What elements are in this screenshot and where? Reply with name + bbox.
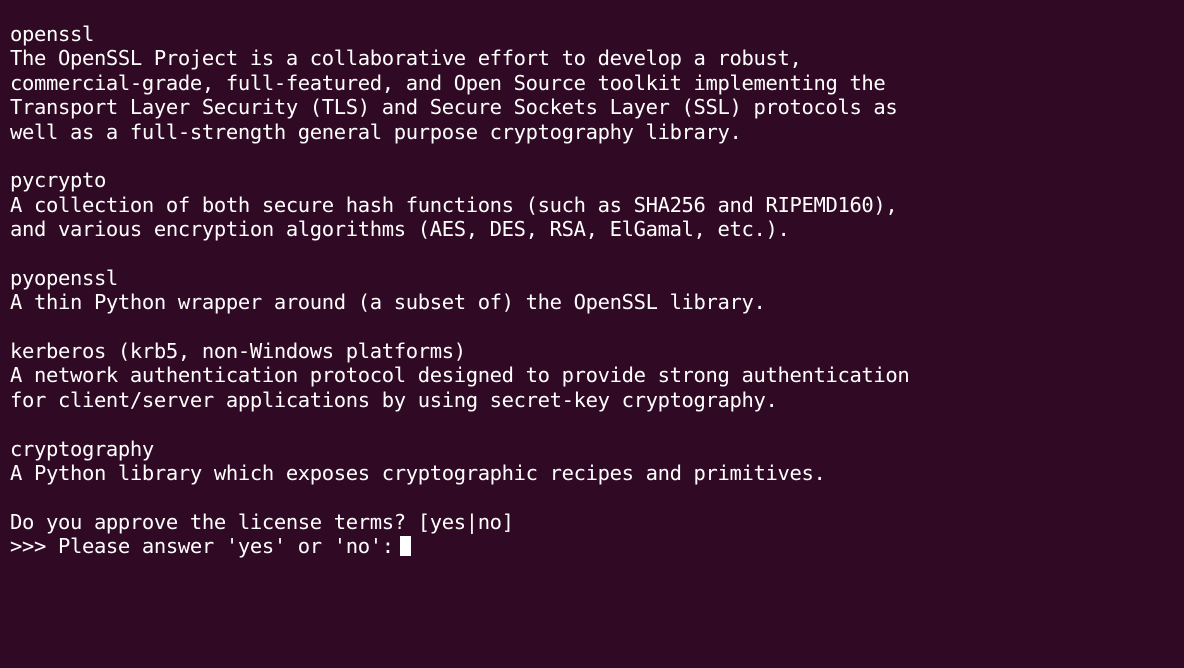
terminal-line: well as a full-strength general purpose … bbox=[10, 119, 742, 144]
terminal-line: A collection of both secure hash functio… bbox=[10, 192, 898, 217]
terminal-line: kerberos (krb5, non-Windows platforms) bbox=[10, 339, 466, 364]
terminal-line: commercial-grade, full-featured, and Ope… bbox=[10, 70, 886, 95]
license-question: Do you approve the license terms? [yes|n… bbox=[10, 509, 514, 534]
prompt-text: >>> Please answer 'yes' or 'no': bbox=[10, 534, 394, 559]
terminal-line: A Python library which exposes cryptogra… bbox=[10, 461, 826, 486]
text-cursor[interactable] bbox=[399, 536, 411, 557]
terminal-line: A network authentication protocol design… bbox=[10, 363, 910, 388]
terminal-line: The OpenSSL Project is a collaborative e… bbox=[10, 46, 802, 71]
terminal-line: openssl bbox=[10, 22, 94, 46]
terminal-line: A thin Python wrapper around (a subset o… bbox=[10, 290, 766, 315]
terminal-line: for client/server applications by using … bbox=[10, 387, 778, 412]
terminal-window[interactable]: openssl The OpenSSL Project is a collabo… bbox=[0, 0, 1184, 668]
terminal-line: pycrypto bbox=[10, 168, 106, 193]
terminal-line: pyopenssl bbox=[10, 265, 118, 290]
prompt-line[interactable]: >>> Please answer 'yes' or 'no': bbox=[10, 534, 1184, 558]
terminal-line: Transport Layer Security (TLS) and Secur… bbox=[10, 95, 898, 120]
terminal-line: cryptography bbox=[10, 436, 154, 461]
terminal-line: and various encryption algorithms (AES, … bbox=[10, 217, 790, 242]
